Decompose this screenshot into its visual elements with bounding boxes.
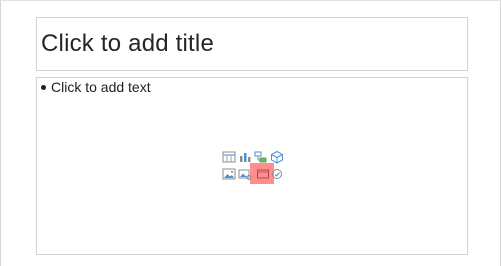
bullet-dot (41, 85, 46, 90)
insert-smartart-icon[interactable] (254, 150, 268, 164)
insert-video-icon[interactable] (256, 167, 270, 181)
content-placeholder[interactable]: Click to add text (36, 77, 468, 255)
title-placeholder-text: Click to add title (41, 30, 215, 57)
content-bullet-line: Click to add text (41, 79, 151, 95)
insert-3d-model-icon[interactable] (270, 150, 284, 164)
insert-online-pictures-icon[interactable] (238, 167, 252, 181)
slide: Click to add title Click to add text (0, 0, 501, 266)
insert-icons-icon[interactable] (270, 167, 284, 181)
content-placeholder-text: Click to add text (51, 79, 151, 95)
slide-canvas: Click to add title Click to add text (0, 0, 501, 266)
insert-chart-icon[interactable] (238, 150, 252, 164)
content-insert-icons (220, 150, 286, 184)
title-placeholder[interactable]: Click to add title (36, 17, 468, 71)
insert-table-icon[interactable] (222, 150, 236, 164)
insert-pictures-icon[interactable] (222, 167, 236, 181)
